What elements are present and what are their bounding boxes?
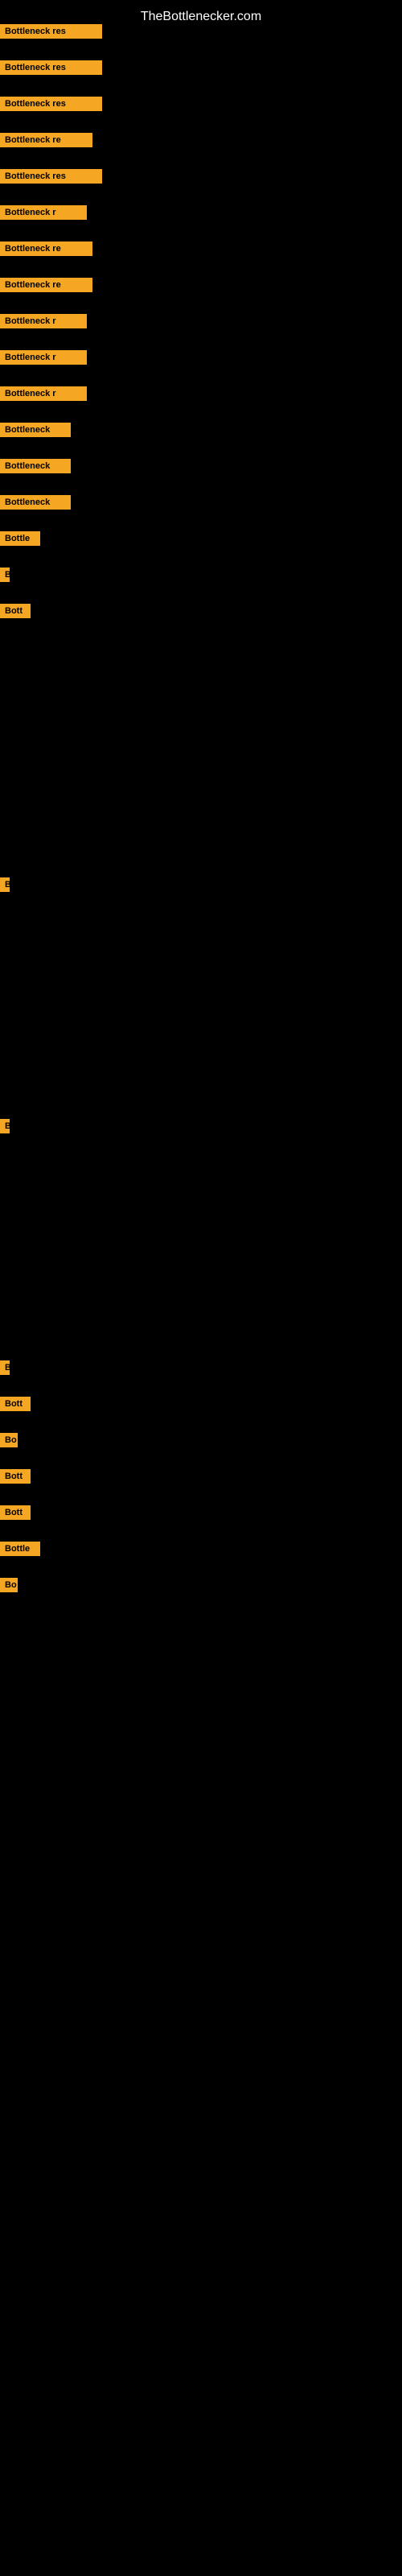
bottleneck-badge: Bottleneck r	[0, 314, 87, 328]
bottleneck-badge: Bottleneck	[0, 459, 71, 473]
bottleneck-badge: B	[0, 1119, 10, 1133]
bottleneck-badge: B	[0, 568, 10, 582]
bottleneck-badge: Bottleneck r	[0, 205, 87, 220]
bottleneck-badge: Bo	[0, 1578, 18, 1592]
bottleneck-badge: Bott	[0, 1469, 31, 1484]
bottleneck-badge: Bott	[0, 604, 31, 618]
bottleneck-badge: Bottleneck re	[0, 242, 92, 256]
bottleneck-badge: Bottleneck re	[0, 133, 92, 147]
bottleneck-badge: Bottle	[0, 1542, 40, 1556]
bottleneck-badge: Bottleneck res	[0, 24, 102, 39]
bottleneck-badge: Bottleneck res	[0, 169, 102, 184]
bottleneck-badge: B	[0, 877, 10, 892]
bottleneck-badge: Bott	[0, 1505, 31, 1520]
bottleneck-badge: Bo	[0, 1433, 18, 1447]
bottleneck-badge: Bottleneck r	[0, 386, 87, 401]
bottleneck-badge: Bottleneck r	[0, 350, 87, 365]
bottleneck-badge: Bottleneck	[0, 495, 71, 510]
bottleneck-badge: Bott	[0, 1397, 31, 1411]
bottleneck-badge: Bottleneck res	[0, 97, 102, 111]
bottleneck-badge: Bottle	[0, 531, 40, 546]
bottleneck-badge: Bottleneck re	[0, 278, 92, 292]
bottleneck-badge: Bottleneck res	[0, 60, 102, 75]
bottleneck-badge: Bottleneck	[0, 423, 71, 437]
bottleneck-badge: B	[0, 1360, 10, 1375]
